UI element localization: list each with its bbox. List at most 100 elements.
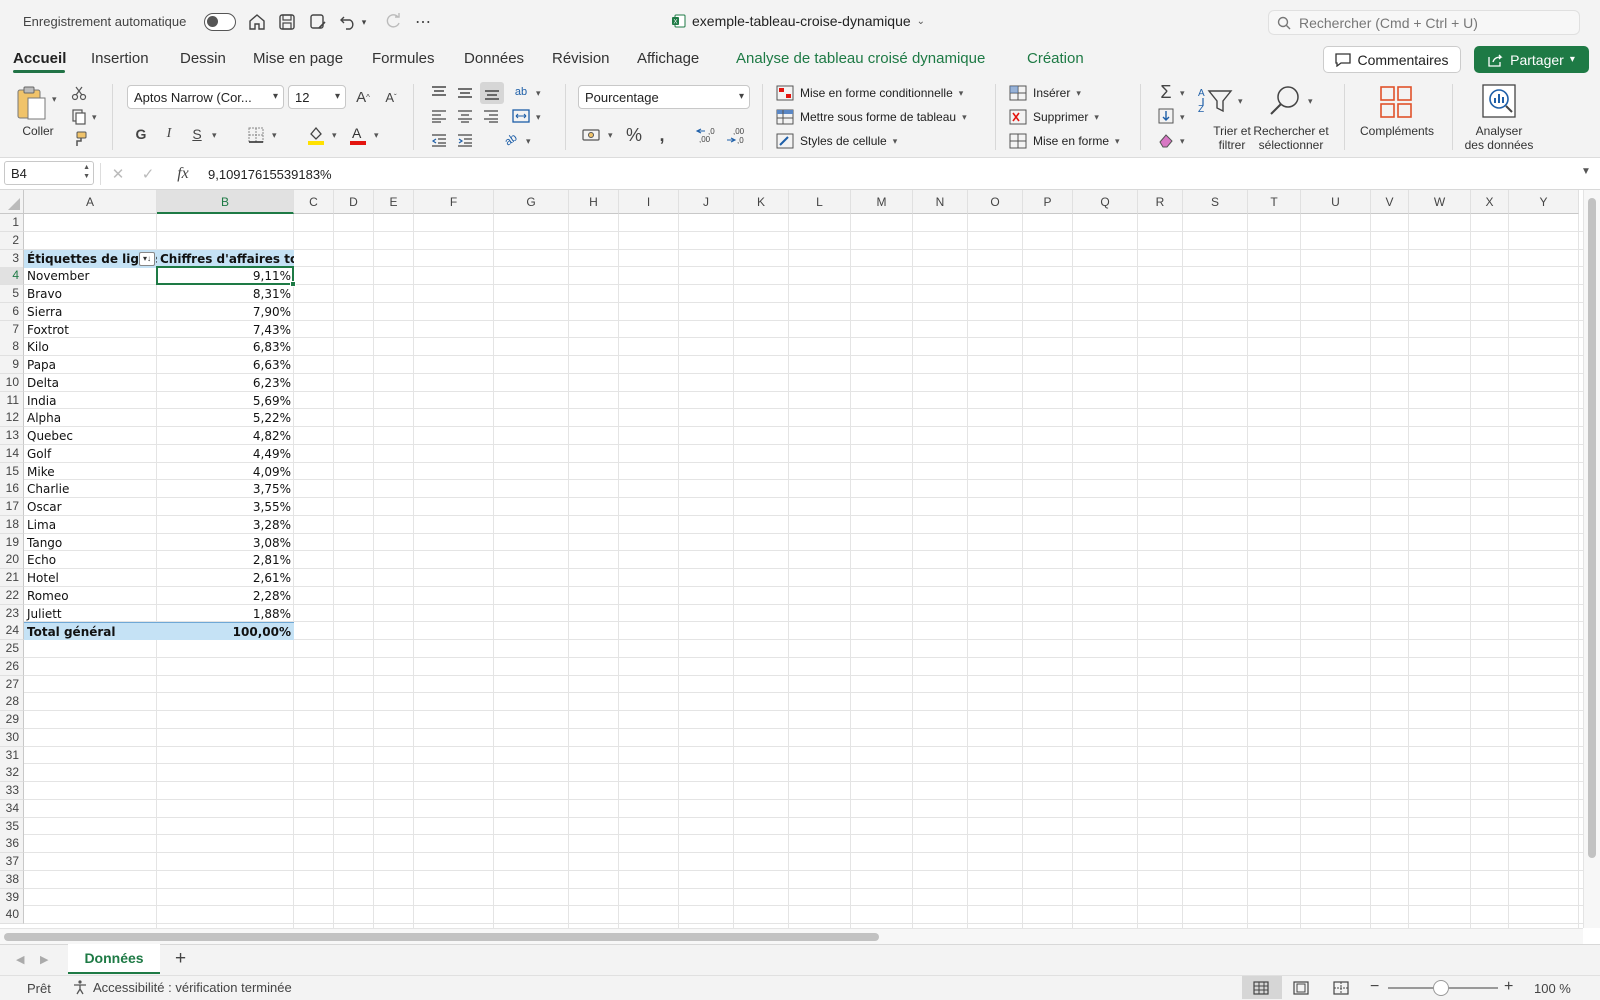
- pivot-row-label[interactable]: Lima: [24, 516, 157, 534]
- column-header-g[interactable]: G: [494, 190, 569, 214]
- formula-input[interactable]: 9,10917615539183%: [208, 167, 332, 182]
- column-header-h[interactable]: H: [569, 190, 619, 214]
- row-header-12[interactable]: 12: [0, 409, 24, 428]
- filter-dropdown-icon[interactable]: ▾↓: [139, 251, 155, 266]
- wrap-text-icon[interactable]: ab: [510, 82, 532, 102]
- pivot-row-label[interactable]: Charlie: [24, 480, 157, 498]
- column-header-o[interactable]: O: [968, 190, 1023, 214]
- pivot-row-value[interactable]: 2,61%: [157, 569, 294, 587]
- row-header-9[interactable]: 9: [0, 356, 24, 374]
- row-header-32[interactable]: 32: [0, 764, 24, 783]
- pivot-row-value[interactable]: 6,83%: [157, 338, 294, 356]
- find-select-dropdown-icon[interactable]: ▾: [1308, 96, 1313, 107]
- row-header-37[interactable]: 37: [0, 853, 24, 871]
- horizontal-scrollbar[interactable]: [0, 928, 1583, 944]
- row-header-29[interactable]: 29: [0, 711, 24, 729]
- row-header-38[interactable]: 38: [0, 870, 24, 889]
- row-header-2[interactable]: 2: [0, 231, 24, 250]
- increase-font-icon[interactable]: A ^: [352, 86, 374, 108]
- analyze-data-label-1[interactable]: Analyser: [1454, 124, 1544, 138]
- pivot-row-label[interactable]: Alpha: [24, 409, 157, 427]
- italic-button[interactable]: I: [160, 124, 178, 144]
- undo-dropdown-icon[interactable]: ▾: [358, 11, 370, 33]
- row-header-3[interactable]: 3: [0, 249, 24, 268]
- clear-icon[interactable]: [1156, 130, 1176, 150]
- paste-icon[interactable]: [14, 84, 48, 122]
- number-format-select[interactable]: Pourcentage ▾: [578, 85, 750, 109]
- pivot-row-label[interactable]: Juliett: [24, 605, 157, 623]
- autosum-dropdown-icon[interactable]: ▾: [1180, 88, 1185, 99]
- tab-accueil[interactable]: Accueil: [13, 50, 66, 67]
- row-header-26[interactable]: 26: [0, 657, 24, 676]
- save-icon[interactable]: [276, 11, 298, 33]
- page-break-icon[interactable]: [1332, 979, 1350, 997]
- row-header-21[interactable]: 21: [0, 569, 24, 587]
- column-header-s[interactable]: S: [1183, 190, 1248, 214]
- zoom-in-icon[interactable]: +: [1504, 978, 1513, 996]
- autosum-icon[interactable]: Σ: [1156, 82, 1176, 102]
- vertical-scrollbar[interactable]: [1583, 190, 1600, 928]
- format-as-table-button[interactable]: Mettre sous forme de tableau ▾: [776, 108, 967, 126]
- prev-sheet-icon[interactable]: ◀: [16, 953, 24, 966]
- expand-formula-icon[interactable]: ▼: [1581, 166, 1591, 177]
- horizontal-scroll-thumb[interactable]: [4, 933, 879, 941]
- column-header-w[interactable]: W: [1409, 190, 1471, 214]
- column-header-n[interactable]: N: [913, 190, 968, 214]
- tab-dessin[interactable]: Dessin: [180, 50, 226, 67]
- increase-indent-icon[interactable]: [454, 130, 476, 150]
- comma-style-icon[interactable]: ,: [652, 124, 672, 146]
- next-sheet-icon[interactable]: ▶: [40, 953, 48, 966]
- name-box-stepper-icon[interactable]: ▲ ▼: [83, 163, 90, 181]
- search-input[interactable]: Rechercher (Cmd + Ctrl + U): [1268, 10, 1580, 35]
- format-painter-icon[interactable]: [70, 130, 88, 148]
- pivot-row-label[interactable]: Mike: [24, 463, 157, 481]
- align-center-icon[interactable]: [454, 106, 476, 126]
- row-header-36[interactable]: 36: [0, 835, 24, 854]
- add-sheet-icon[interactable]: +: [175, 948, 186, 970]
- row-header-13[interactable]: 13: [0, 427, 24, 445]
- increase-decimal-icon[interactable]: ,00,0: [694, 124, 718, 146]
- row-header-14[interactable]: 14: [0, 444, 24, 463]
- copy-dropdown-icon[interactable]: ▾: [92, 112, 97, 123]
- row-header-27[interactable]: 27: [0, 675, 24, 694]
- pivot-row-label[interactable]: Echo: [24, 551, 157, 569]
- zoom-slider-handle[interactable]: [1433, 980, 1449, 996]
- borders-icon[interactable]: [246, 125, 266, 145]
- row-header-25[interactable]: 25: [0, 640, 24, 658]
- column-header-f[interactable]: F: [414, 190, 494, 214]
- cell-styles-button[interactable]: Styles de cellule ▾: [776, 132, 897, 150]
- pivot-row-label[interactable]: Quebec: [24, 427, 157, 445]
- vertical-scroll-thumb[interactable]: [1588, 198, 1596, 858]
- sheet-tab-donnees[interactable]: Données: [68, 944, 160, 974]
- column-header-m[interactable]: M: [851, 190, 913, 214]
- pivot-row-value[interactable]: 6,23%: [157, 374, 294, 392]
- pivot-row-value[interactable]: 3,08%: [157, 534, 294, 552]
- underline-dropdown-icon[interactable]: ▾: [212, 130, 217, 141]
- normal-view-icon[interactable]: [1252, 979, 1270, 997]
- select-all-corner[interactable]: [0, 190, 24, 214]
- copy-icon[interactable]: [70, 108, 88, 126]
- fill-color-icon[interactable]: [306, 124, 326, 146]
- align-right-icon[interactable]: [480, 106, 502, 126]
- merge-dropdown-icon[interactable]: ▾: [536, 112, 541, 123]
- row-header-16[interactable]: 16: [0, 480, 24, 499]
- row-header-4[interactable]: 4: [0, 267, 24, 286]
- pivot-row-label[interactable]: India: [24, 392, 157, 410]
- row-header-10[interactable]: 10: [0, 373, 24, 392]
- home-icon[interactable]: [246, 11, 268, 33]
- column-header-e[interactable]: E: [374, 190, 414, 214]
- column-header-i[interactable]: I: [619, 190, 679, 214]
- column-header-p[interactable]: P: [1023, 190, 1073, 214]
- name-box[interactable]: B4 ▲ ▼: [4, 161, 94, 185]
- save-as-icon[interactable]: [307, 11, 329, 33]
- pivot-row-value[interactable]: 2,28%: [157, 587, 294, 605]
- row-header-30[interactable]: 30: [0, 728, 24, 747]
- row-header-34[interactable]: 34: [0, 799, 24, 818]
- row-header-5[interactable]: 5: [0, 285, 24, 303]
- column-header-q[interactable]: Q: [1073, 190, 1138, 214]
- row-header-31[interactable]: 31: [0, 746, 24, 765]
- row-header-17[interactable]: 17: [0, 498, 24, 516]
- pivot-row-label[interactable]: Golf: [24, 445, 157, 463]
- pivot-row-value[interactable]: 3,55%: [157, 498, 294, 516]
- accessibility-status[interactable]: Accessibilité : vérification terminée: [72, 979, 292, 995]
